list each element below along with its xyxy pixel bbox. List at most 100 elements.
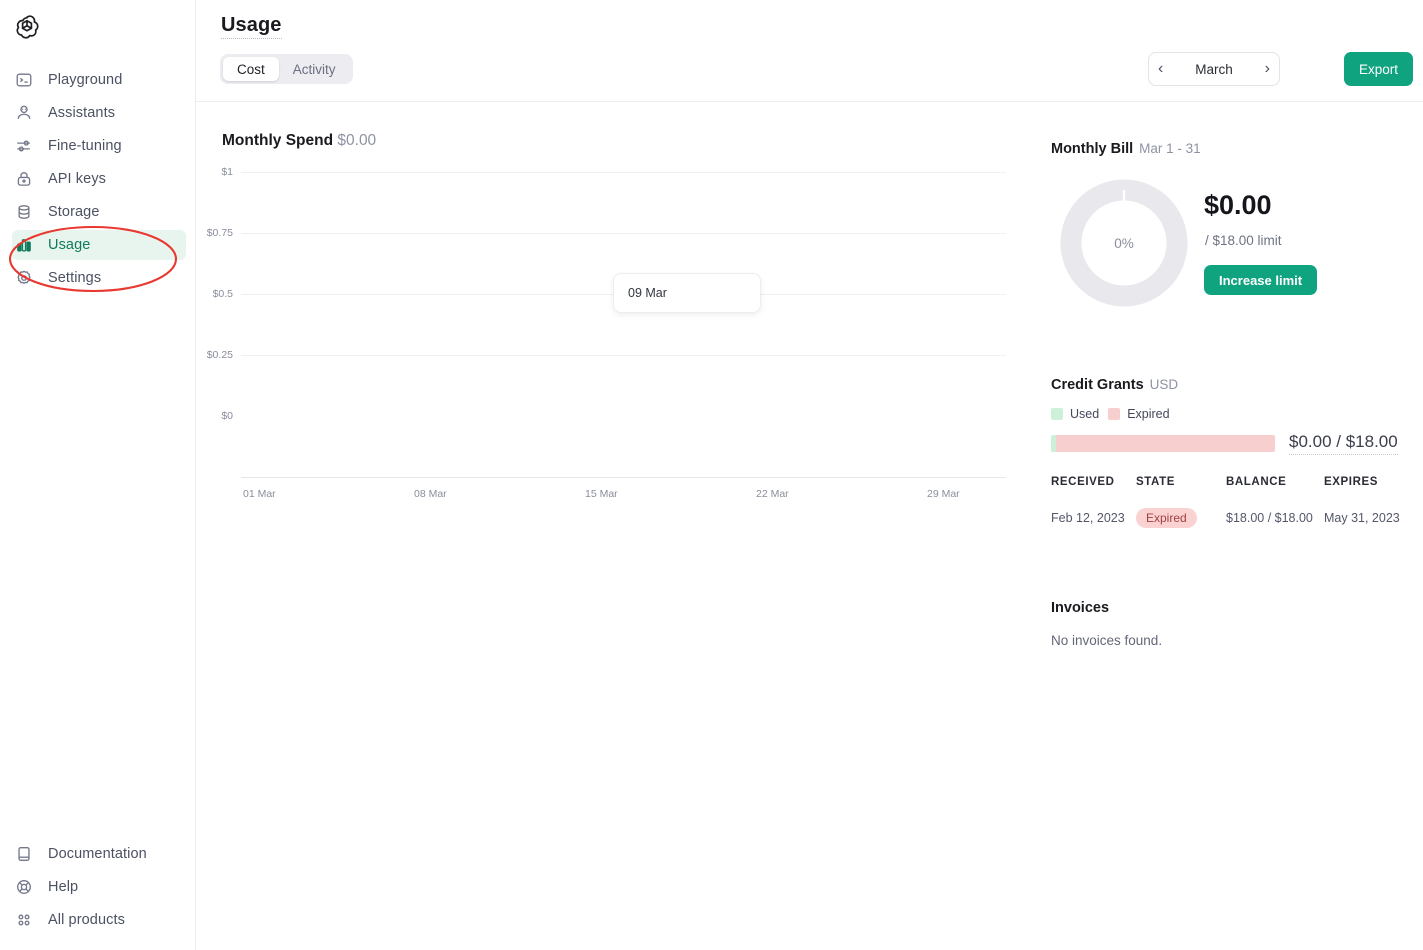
usage-dashboard-page: Playground Assistants Fine-tuning API ke… [0, 0, 1423, 950]
chart-title: Monthly Spend $0.00 [222, 132, 376, 150]
sidebar-item-label: API keys [48, 171, 107, 187]
sidebar-item-documentation[interactable]: Documentation [12, 839, 186, 869]
page-header: Usage Cost Activity ‹ March › Export [196, 0, 1423, 102]
sidebar-item-label: All products [48, 912, 125, 928]
chart-tooltip-label: 09 Mar [628, 286, 667, 300]
y-axis-tick: $0.5 [212, 288, 233, 300]
sidebar-item-settings[interactable]: Settings [12, 263, 186, 293]
sidebar-item-api-keys[interactable]: API keys [12, 164, 186, 194]
sidebar-item-playground[interactable]: Playground [12, 65, 186, 95]
column-header-expires: EXPIRES [1324, 476, 1379, 488]
column-header-state: STATE [1136, 476, 1175, 488]
credit-grants-table: RECEIVED STATE BALANCE EXPIRES Feb 12, 2… [1051, 476, 1411, 528]
sidebar-item-label: Storage [48, 204, 100, 220]
sidebar-item-assistants[interactable]: Assistants [12, 98, 186, 128]
x-axis-line [241, 477, 1006, 478]
invoices-heading: Invoices [1051, 600, 1110, 616]
gear-icon [14, 268, 34, 288]
y-axis-tick: $0 [221, 410, 233, 422]
sidebar: Playground Assistants Fine-tuning API ke… [0, 0, 196, 950]
gridline [241, 172, 1006, 173]
credit-grants-legend: Used Expired [1051, 407, 1170, 421]
invoices-empty-text: No invoices found. [1051, 633, 1163, 648]
chart-tooltip: 09 Mar [613, 273, 761, 313]
cell-received: Feb 12, 2023 [1051, 511, 1125, 525]
credit-grants-title: Credit Grants [1051, 377, 1144, 393]
sidebar-item-label: Settings [48, 270, 102, 286]
monthly-bill-limit: / $18.00 limit [1205, 233, 1282, 248]
sidebar-item-storage[interactable]: Storage [12, 197, 186, 227]
month-label: March [1195, 61, 1233, 77]
sidebar-bottom-nav: Documentation Help All products [0, 836, 196, 938]
sidebar-item-label: Help [48, 879, 79, 895]
page-title: Usage [221, 14, 282, 39]
legend-label-expired: Expired [1127, 407, 1170, 421]
sidebar-item-label: Fine-tuning [48, 138, 122, 154]
month-selector: ‹ March › [1148, 52, 1280, 86]
openai-logo-icon[interactable] [13, 13, 41, 41]
lock-icon [14, 169, 34, 189]
spend-chart[interactable]: $1 $0.75 $0.5 $0.25 $0 01 Mar 08 Mar 15 … [196, 162, 1026, 500]
chart-title-amount: $0.00 [337, 132, 377, 149]
chart-title-text: Monthly Spend [222, 132, 334, 149]
sliders-icon [14, 136, 34, 156]
legend-item-expired: Expired [1108, 407, 1170, 421]
tab-activity[interactable]: Activity [279, 57, 350, 81]
export-button[interactable]: Export [1343, 52, 1413, 86]
chevron-right-icon[interactable]: › [1265, 61, 1270, 77]
sidebar-item-label: Playground [48, 72, 123, 88]
y-axis-tick: $1 [221, 166, 233, 178]
credit-grants-currency: USD [1149, 377, 1179, 392]
assistants-robot-icon [14, 103, 34, 123]
cell-state: Expired [1136, 508, 1226, 528]
annotation-ellipse [8, 225, 178, 293]
table-header-row: RECEIVED STATE BALANCE EXPIRES [1051, 476, 1411, 488]
column-header-balance: BALANCE [1226, 476, 1287, 488]
sidebar-item-label: Usage [48, 237, 91, 253]
tab-cost[interactable]: Cost [223, 57, 279, 81]
bar-chart-icon [14, 235, 34, 255]
credit-grants-bar [1051, 435, 1275, 452]
cell-expires: May 31, 2023 [1324, 511, 1400, 525]
legend-label-used: Used [1070, 407, 1100, 421]
sidebar-item-help[interactable]: Help [12, 872, 186, 902]
bill-usage-donut: 0% [1056, 175, 1192, 311]
status-badge: Expired [1136, 508, 1197, 528]
legend-swatch-expired [1108, 408, 1121, 420]
x-axis-tick: 01 Mar [243, 488, 276, 500]
x-axis-tick: 15 Mar [585, 488, 618, 500]
sidebar-item-fine-tuning[interactable]: Fine-tuning [12, 131, 186, 161]
x-axis-tick: 08 Mar [414, 488, 447, 500]
monthly-bill-title: Monthly Bill [1051, 141, 1134, 157]
monthly-bill-amount: $0.00 [1204, 190, 1272, 220]
chevron-left-icon[interactable]: ‹ [1158, 61, 1163, 77]
legend-item-used: Used [1051, 407, 1099, 421]
column-header-received: RECEIVED [1051, 476, 1115, 488]
database-icon [14, 202, 34, 222]
y-axis-tick: $0.75 [206, 227, 233, 239]
x-axis-tick: 29 Mar [927, 488, 960, 500]
credit-grants-heading: Credit Grants USD [1051, 377, 1178, 393]
gridline [241, 355, 1006, 356]
table-row: Feb 12, 2023 Expired $18.00 / $18.00 May… [1051, 508, 1411, 528]
cell-balance: $18.00 / $18.00 [1226, 511, 1313, 525]
sidebar-item-label: Assistants [48, 105, 116, 121]
playground-icon [14, 70, 34, 90]
legend-swatch-used [1051, 408, 1063, 420]
monthly-bill-period: Mar 1 - 31 [1139, 141, 1201, 156]
sidebar-main-nav: Playground Assistants Fine-tuning API ke… [0, 62, 196, 296]
view-mode-toggle: Cost Activity [220, 54, 353, 84]
book-icon [14, 844, 34, 864]
credit-grants-bar-used [1051, 435, 1056, 452]
sidebar-item-usage[interactable]: Usage [12, 230, 186, 260]
sidebar-item-label: Documentation [48, 846, 147, 862]
donut-percent-label: 0% [1114, 235, 1134, 251]
monthly-bill-heading: Monthly Bill Mar 1 - 31 [1051, 141, 1201, 157]
credit-grants-amount: $0.00 / $18.00 [1289, 432, 1398, 455]
x-axis-tick: 22 Mar [756, 488, 789, 500]
sidebar-item-all-products[interactable]: All products [12, 905, 186, 935]
grid-dots-icon [14, 910, 34, 930]
gridline [241, 233, 1006, 234]
lifebuoy-icon [14, 877, 34, 897]
increase-limit-button[interactable]: Increase limit [1204, 265, 1318, 295]
